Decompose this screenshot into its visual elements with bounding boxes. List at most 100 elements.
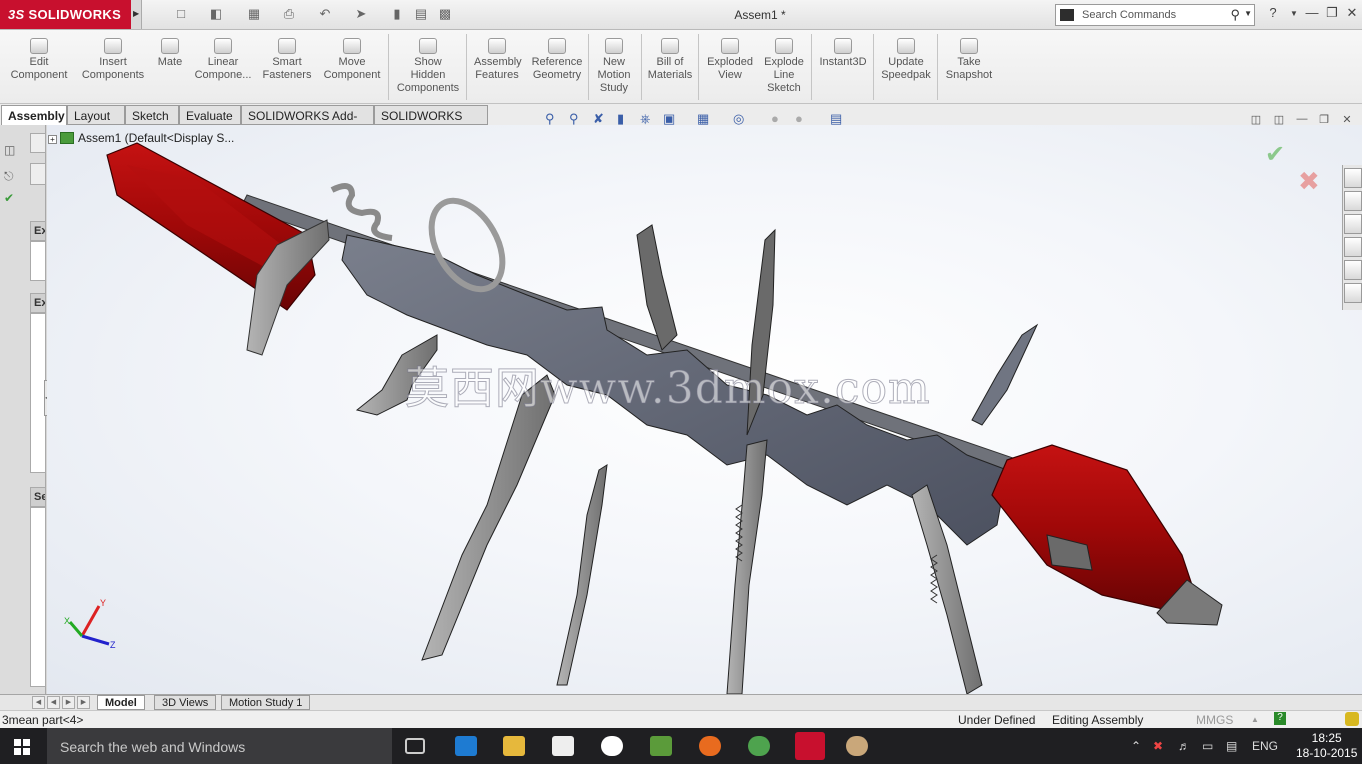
calculator-icon[interactable] — [650, 736, 672, 756]
apply-scene-icon[interactable]: ● — [795, 111, 811, 127]
cmd-move-component-button[interactable]: Move Component — [321, 38, 383, 82]
zoom-area-icon[interactable]: ⚲ — [569, 111, 585, 127]
tray-chevron-icon[interactable]: ⌃ — [1131, 739, 1141, 753]
appearances-icon[interactable] — [1344, 260, 1362, 280]
configuration-manager-icon[interactable]: ◫ — [4, 143, 24, 161]
network-icon[interactable]: ✖ — [1153, 739, 1163, 753]
tab-3d-views[interactable]: 3D Views — [154, 695, 217, 710]
tab-motion-study[interactable]: Motion Study 1 — [221, 695, 311, 710]
viewport-close-icon[interactable]: ✕ — [1339, 113, 1355, 127]
edge-icon[interactable] — [455, 736, 477, 756]
solidworks-taskbar-icon[interactable] — [795, 732, 825, 760]
minimize-icon[interactable]: — — [1302, 5, 1322, 23]
dimxpert-icon[interactable]: ⎋ — [4, 169, 24, 187]
search-icon[interactable]: ⚲ — [1230, 7, 1240, 23]
graphics-area[interactable]: 莫西网www.3dmox.com Y Z X — [47, 125, 1362, 694]
options-icon[interactable]: ▩ — [434, 6, 456, 24]
restore-icon[interactable]: ❐ — [1322, 5, 1342, 23]
save-icon[interactable]: ▦ — [243, 6, 265, 24]
viewport-tile-icon[interactable]: ◫ — [1248, 113, 1264, 127]
file-explorer-pane-icon[interactable] — [1344, 214, 1362, 234]
previous-view-icon[interactable]: ✘ — [593, 111, 609, 127]
cmd-mate-button[interactable]: Mate — [155, 38, 185, 69]
file-properties-icon[interactable]: ▤ — [410, 6, 432, 24]
viewport-minimize-icon[interactable]: — — [1294, 113, 1310, 127]
dynamic-annotation-icon[interactable]: ⎈ — [640, 111, 656, 127]
solidworks-resources-icon[interactable] — [1344, 168, 1362, 188]
cmd-motion-study-button[interactable]: New Motion Study — [595, 38, 633, 95]
cmd-edit-component-button[interactable]: Edit Component — [8, 38, 70, 82]
view-palette-icon[interactable] — [1344, 237, 1362, 257]
next-tab-icon[interactable]: ▶ — [62, 696, 75, 709]
cmd-speedpak-button[interactable]: Update Speedpak — [881, 38, 931, 82]
tab-addins[interactable]: SOLIDWORKS Add-Ins — [241, 105, 374, 137]
confirm-cancel-icon[interactable]: ✖ — [1298, 166, 1320, 197]
cmd-assembly-features-button[interactable]: Assembly Features — [474, 38, 522, 82]
language-indicator[interactable]: ENG — [1252, 739, 1278, 753]
paint-icon[interactable] — [846, 736, 868, 756]
store-icon[interactable] — [552, 736, 574, 756]
menu-expand-arrow-icon[interactable]: ▶ — [131, 0, 142, 29]
message-icon[interactable]: ▤ — [1226, 739, 1237, 753]
view-settings-icon[interactable]: ▤ — [830, 111, 846, 127]
close-icon[interactable]: ✕ — [1342, 5, 1362, 23]
cmd-bom-button[interactable]: Bill of Materials — [647, 38, 693, 82]
tab-layout[interactable]: Layout — [67, 105, 125, 125]
select-icon[interactable]: ➤ — [350, 6, 372, 24]
tab-mbd[interactable]: SOLIDWORKS MBD — [374, 105, 488, 137]
tag-icon[interactable] — [1345, 712, 1359, 726]
task-view-icon[interactable] — [405, 738, 425, 754]
ok-check-icon[interactable]: ✔ — [4, 191, 24, 209]
expand-tree-icon[interactable]: + — [48, 135, 57, 144]
search-commands-field[interactable]: Search Commands ⚲ ▼ — [1055, 4, 1255, 26]
battery-icon[interactable]: ▭ — [1202, 739, 1213, 753]
prev-tab-icon[interactable]: ◀ — [47, 696, 60, 709]
first-tab-icon[interactable]: ◀ — [32, 696, 45, 709]
cmd-linear-pattern-button[interactable]: Linear Compone... — [192, 38, 254, 82]
windows-start-icon[interactable] — [14, 739, 30, 755]
cmd-reference-geometry-button[interactable]: Reference Geometry — [531, 38, 583, 82]
display-style-icon[interactable]: ▦ — [697, 111, 713, 127]
solidworks-logo[interactable]: 3S SOLIDWORKS — [0, 0, 131, 29]
pane-expand-arrow-icon[interactable] — [30, 133, 46, 153]
open-document-icon[interactable]: ◧ — [205, 6, 227, 24]
pane-pin-icon[interactable] — [30, 163, 46, 185]
cmd-insert-components-button[interactable]: Insert Components — [79, 38, 147, 82]
utorrent-icon[interactable] — [748, 736, 770, 756]
cmd-snapshot-button[interactable]: Take Snapshot — [945, 38, 993, 82]
undo-icon[interactable]: ↶ — [314, 6, 336, 24]
panel-head-2[interactable]: Ex — [30, 293, 46, 313]
feature-tree-root[interactable]: + Assem1 (Default<Display S... — [48, 131, 234, 145]
units-status[interactable]: MMGS — [1196, 713, 1233, 727]
tab-assembly[interactable]: Assembly — [1, 105, 67, 125]
new-document-icon[interactable]: □ — [170, 6, 192, 24]
cmd-exploded-view-button[interactable]: Exploded View — [706, 38, 754, 82]
zoom-to-fit-icon[interactable]: ⚲ — [545, 111, 561, 127]
print-icon[interactable]: ⎙ — [278, 6, 300, 24]
volume-icon[interactable]: ♬ — [1178, 739, 1190, 753]
system-clock[interactable]: 18:25 18-10-2015 — [1296, 731, 1357, 761]
panel-head-3[interactable]: Se — [30, 487, 46, 507]
search-dropdown-icon[interactable]: ▼ — [1244, 9, 1252, 18]
help-dropdown-icon[interactable]: ▼ — [1284, 5, 1304, 23]
tab-model[interactable]: Model — [97, 695, 145, 710]
rebuild-icon[interactable]: ▮ — [386, 6, 408, 24]
custom-properties-icon[interactable] — [1344, 283, 1362, 303]
section-view-icon[interactable]: ▮ — [617, 111, 633, 127]
edit-appearance-icon[interactable]: ● — [771, 111, 787, 127]
design-library-icon[interactable] — [1344, 191, 1362, 211]
hp-icon[interactable] — [601, 736, 623, 756]
cmd-explode-line-button[interactable]: Explode Line Sketch — [764, 38, 804, 95]
tab-sketch[interactable]: Sketch — [125, 105, 179, 125]
hide-show-icon[interactable]: ◎ — [733, 111, 749, 127]
help-icon[interactable]: ? — [1263, 5, 1283, 23]
cmd-smart-fasteners-button[interactable]: Smart Fasteners — [262, 38, 312, 82]
help-status-icon[interactable]: ? — [1274, 712, 1286, 725]
panel-head-1[interactable]: Ex — [30, 221, 46, 241]
confirm-ok-icon[interactable]: ✔ — [1265, 140, 1285, 169]
firefox-icon[interactable] — [699, 736, 721, 756]
last-tab-icon[interactable]: ▶ — [77, 696, 90, 709]
taskbar-search[interactable]: Search the web and Windows — [47, 728, 392, 764]
viewport-split-icon[interactable]: ◫ — [1271, 113, 1287, 127]
cmd-instant3d-button[interactable]: Instant3D — [818, 38, 868, 69]
